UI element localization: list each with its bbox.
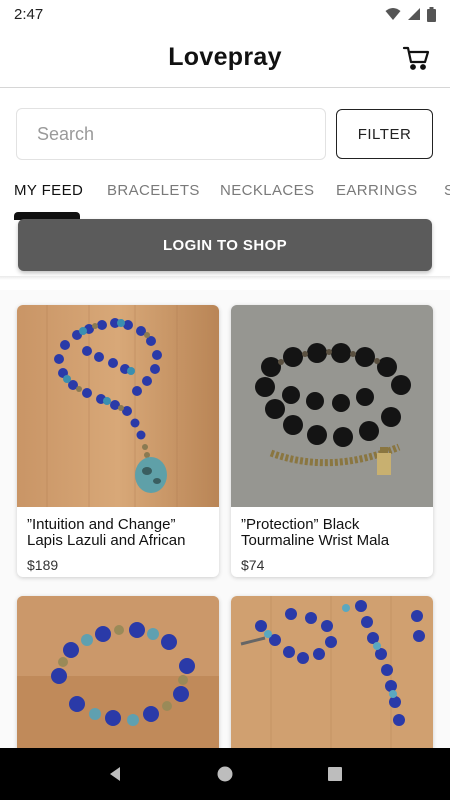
home-icon[interactable]	[216, 765, 234, 783]
recents-icon[interactable]	[326, 765, 344, 783]
cart-icon	[402, 46, 430, 70]
product-image[interactable]	[231, 596, 433, 756]
tab-bracelets[interactable]: BRACELETS	[107, 182, 200, 199]
product-card[interactable]: ”Protection” Black Tourmaline Wrist Mala…	[231, 305, 433, 577]
product-title: ”Intuition and Change” Lapis Lazuli and …	[17, 507, 219, 549]
wifi-icon	[385, 8, 401, 20]
status-bar: 2:47	[0, 0, 450, 28]
app-header: Lovepray	[0, 28, 450, 88]
product-grid: ”Intuition and Change” Lapis Lazuli and …	[0, 290, 450, 756]
battery-icon	[427, 6, 436, 22]
product-title-line: Lapis Lazuli and African	[27, 532, 186, 549]
product-card[interactable]	[17, 596, 219, 756]
tourmaline-bracelet-image	[231, 305, 433, 507]
tab-earrings[interactable]: EARRINGS	[336, 182, 418, 199]
product-title: ”Protection” Black Tourmaline Wrist Mala	[231, 507, 433, 549]
product-title-line: ”Protection” Black	[241, 516, 360, 533]
product-card[interactable]: ”Intuition and Change” Lapis Lazuli and …	[17, 305, 219, 577]
category-tabs: MY FEED BRACELETS NECKLACES EARRINGS S	[0, 176, 450, 220]
section-divider	[0, 276, 450, 280]
product-card[interactable]	[231, 596, 433, 756]
product-price: $74	[241, 557, 265, 573]
search-input[interactable]	[16, 108, 326, 160]
lapis-bracelet-stack-image	[17, 596, 219, 756]
tab-necklaces[interactable]: NECKLACES	[220, 182, 314, 199]
product-image[interactable]	[17, 305, 219, 507]
search-row: FILTER	[16, 108, 434, 160]
tab-overflow[interactable]: S	[444, 182, 450, 199]
system-nav-bar	[0, 748, 450, 800]
status-icons	[385, 6, 436, 22]
product-image[interactable]	[231, 305, 433, 507]
back-icon[interactable]	[106, 765, 124, 783]
signal-icon	[408, 8, 420, 20]
app-title: Lovepray	[168, 43, 282, 71]
login-to-shop-button[interactable]: LOGIN TO SHOP	[18, 219, 432, 271]
lapis-necklace-image	[17, 305, 219, 507]
product-image[interactable]	[17, 596, 219, 756]
status-time: 2:47	[14, 5, 44, 23]
product-price: $189	[27, 557, 59, 573]
cart-button[interactable]	[402, 44, 430, 72]
filter-button[interactable]: FILTER	[336, 109, 433, 159]
product-title-line: Tourmaline Wrist Mala	[241, 532, 390, 549]
tab-my-feed[interactable]: MY FEED	[14, 182, 83, 199]
lapis-mala-image	[231, 596, 433, 756]
product-title-line: ”Intuition and Change”	[27, 516, 176, 533]
